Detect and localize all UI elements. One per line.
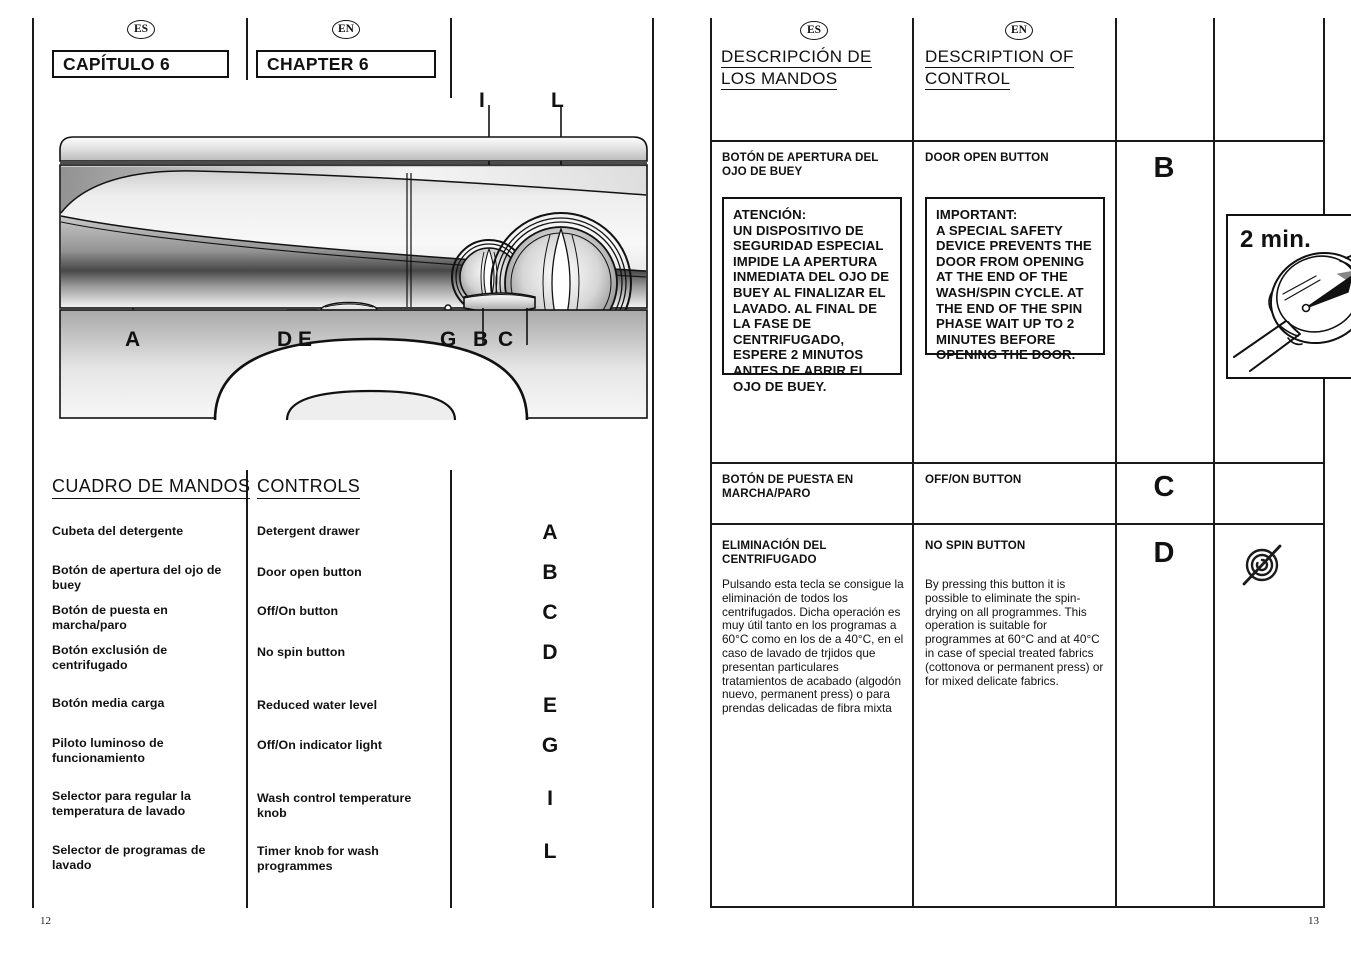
- control-label-en-6: Wash control temperature knob: [257, 791, 412, 820]
- callout-letter-i: I: [479, 89, 485, 112]
- page-number-left: 12: [40, 915, 51, 927]
- row3-title-es: ELIMINACIÓN DEL CENTRIFUGADO: [722, 539, 827, 566]
- table-rule-under-head: [710, 140, 1325, 142]
- callout-letter-l: L: [551, 89, 564, 112]
- row2-title-en: OFF/ON BUTTON: [925, 473, 1022, 486]
- control-label-es-1: Botón de apertura del ojo de buey: [52, 563, 222, 592]
- row1-letter: B: [1153, 152, 1175, 184]
- control-label-es-0: Cubeta del detergente: [52, 524, 184, 538]
- row3-letter: D: [1153, 537, 1175, 569]
- section-heading-en: DESCRIPTION OF CONTROL: [925, 46, 1074, 90]
- callout-letter-d: D: [277, 328, 293, 351]
- page-number-right: 13: [1308, 915, 1319, 927]
- callout-letter-e: E: [298, 328, 313, 351]
- callout-letter-b: B: [473, 328, 489, 351]
- section-heading-en-line1: DESCRIPTION OF: [925, 47, 1074, 68]
- language-badge-en: EN: [332, 20, 360, 39]
- control-label-en-0: Detergent drawer: [257, 524, 360, 538]
- control-label-en-2: Off/On button: [257, 604, 339, 618]
- washer-lid: [59, 136, 648, 162]
- table-rule-bottom: [710, 906, 1325, 908]
- section-heading-es-line2: LOS MANDOS: [721, 69, 838, 90]
- row1-title-en: DOOR OPEN BUTTON: [925, 151, 1049, 164]
- callout-letter-c: C: [498, 328, 514, 351]
- control-letter-0: A: [542, 521, 558, 544]
- section-heading-en-line2: CONTROL: [925, 69, 1011, 90]
- control-letter-4: E: [542, 694, 557, 717]
- control-label-es-3: Botón exclusión de centrifugado: [52, 643, 168, 672]
- manual-spread: ES EN CAPÍTULO 6 CHAPTER 6 I L A D E G B…: [0, 0, 1351, 954]
- button-bc-door-open-offon: [463, 292, 536, 313]
- control-label-es-7: Selector de programas de lavado: [52, 843, 206, 872]
- row3-body-en: By pressing this button it is possible t…: [925, 577, 1104, 688]
- table-col-rule-left: [710, 18, 712, 908]
- row1-title-es: BOTÓN DE APERTURA DEL OJO DE BUEY: [722, 151, 879, 178]
- chapter-box-es: CAPÍTULO 6: [52, 50, 229, 78]
- section-heading-es: DESCRIPCIÓN DE LOS MANDOS: [721, 46, 872, 90]
- section-heading-es-line1: DESCRIPCIÓN DE: [721, 47, 872, 68]
- row1-figure-wristwatch: 2 min.: [1226, 214, 1351, 379]
- controls-heading-en: CONTROLS: [257, 476, 361, 499]
- chapter-box-en: CHAPTER 6: [256, 50, 436, 78]
- left-page-far-rule: [652, 18, 654, 908]
- left-page-mid-rule-top: [246, 18, 248, 80]
- control-label-es-2: Botón de puesta en marcha/paro: [52, 603, 168, 632]
- control-letter-2: C: [542, 601, 558, 624]
- controls-heading-es: CUADRO DE MANDOS: [52, 476, 251, 499]
- callout-letter-g: G: [440, 328, 457, 351]
- left-page-outer-rule: [32, 18, 34, 908]
- right-language-badge-es: ES: [800, 21, 828, 40]
- table-col-rule-right: [1323, 18, 1325, 908]
- control-label-en-7: Timer knob for wash programmes: [257, 844, 379, 873]
- washer-svg: [59, 105, 648, 421]
- control-letter-6: I: [547, 787, 553, 810]
- table-col-rule-letter-fig: [1213, 18, 1215, 908]
- row3-title-en: NO SPIN BUTTON: [925, 539, 1026, 552]
- washing-machine-diagram: I L A D E G B C: [55, 89, 650, 421]
- row3-figure-no-spin: [1234, 536, 1292, 599]
- left-page-right-rule-bottom: [450, 470, 452, 908]
- left-page-mid-rule-bottom: [246, 470, 248, 908]
- right-language-badge-en: EN: [1005, 21, 1033, 40]
- table-col-rule-en-letter: [1115, 18, 1117, 908]
- control-letter-3: D: [542, 641, 558, 664]
- table-rule-under-row1: [710, 462, 1325, 464]
- control-label-en-3: No spin button: [257, 645, 346, 659]
- left-page-right-rule-top: [450, 18, 452, 98]
- control-label-es-4: Botón media carga: [52, 696, 165, 710]
- control-label-es-5: Piloto luminoso de funcionamiento: [52, 736, 164, 765]
- watch-hand-minute: [1305, 275, 1351, 309]
- left-page: ES EN CAPÍTULO 6 CHAPTER 6 I L A D E G B…: [0, 0, 660, 954]
- row2-letter: C: [1153, 471, 1175, 503]
- control-letter-1: B: [542, 561, 558, 584]
- callout-letter-a: A: [125, 328, 141, 351]
- control-label-en-4: Reduced water level: [257, 698, 378, 712]
- row3-body-es: Pulsando esta tecla se consigue la elimi…: [722, 577, 904, 716]
- control-label-en-1: Door open button: [257, 565, 362, 579]
- right-page: ES EN DESCRIPCIÓN DE LOS MANDOS DESCRIPT…: [660, 0, 1351, 954]
- table-col-rule-es-en: [912, 18, 914, 908]
- table-rule-under-row2: [710, 523, 1325, 525]
- row1-warning-box-es: ATENCIÓN: UN DISPOSITIVO DE SEGURIDAD ES…: [722, 197, 902, 394]
- control-label-en-5: Off/On indicator light: [257, 738, 382, 752]
- row2-title-es: BOTÓN DE PUESTA EN MARCHA/PARO: [722, 473, 854, 500]
- row1-warning-box-en: IMPORTANT: A SPECIAL SAFETY DEVICE PREVE…: [925, 197, 1105, 362]
- control-letter-7: L: [543, 840, 557, 863]
- control-label-es-6: Selector para regular la temperatura de …: [52, 789, 191, 818]
- watch-hand-pivot: [1301, 303, 1311, 313]
- control-letter-5: G: [541, 734, 559, 757]
- no-spin-icon: [1242, 544, 1282, 586]
- row1-figure-label: 2 min.: [1240, 226, 1312, 253]
- language-badge-es: ES: [127, 20, 155, 39]
